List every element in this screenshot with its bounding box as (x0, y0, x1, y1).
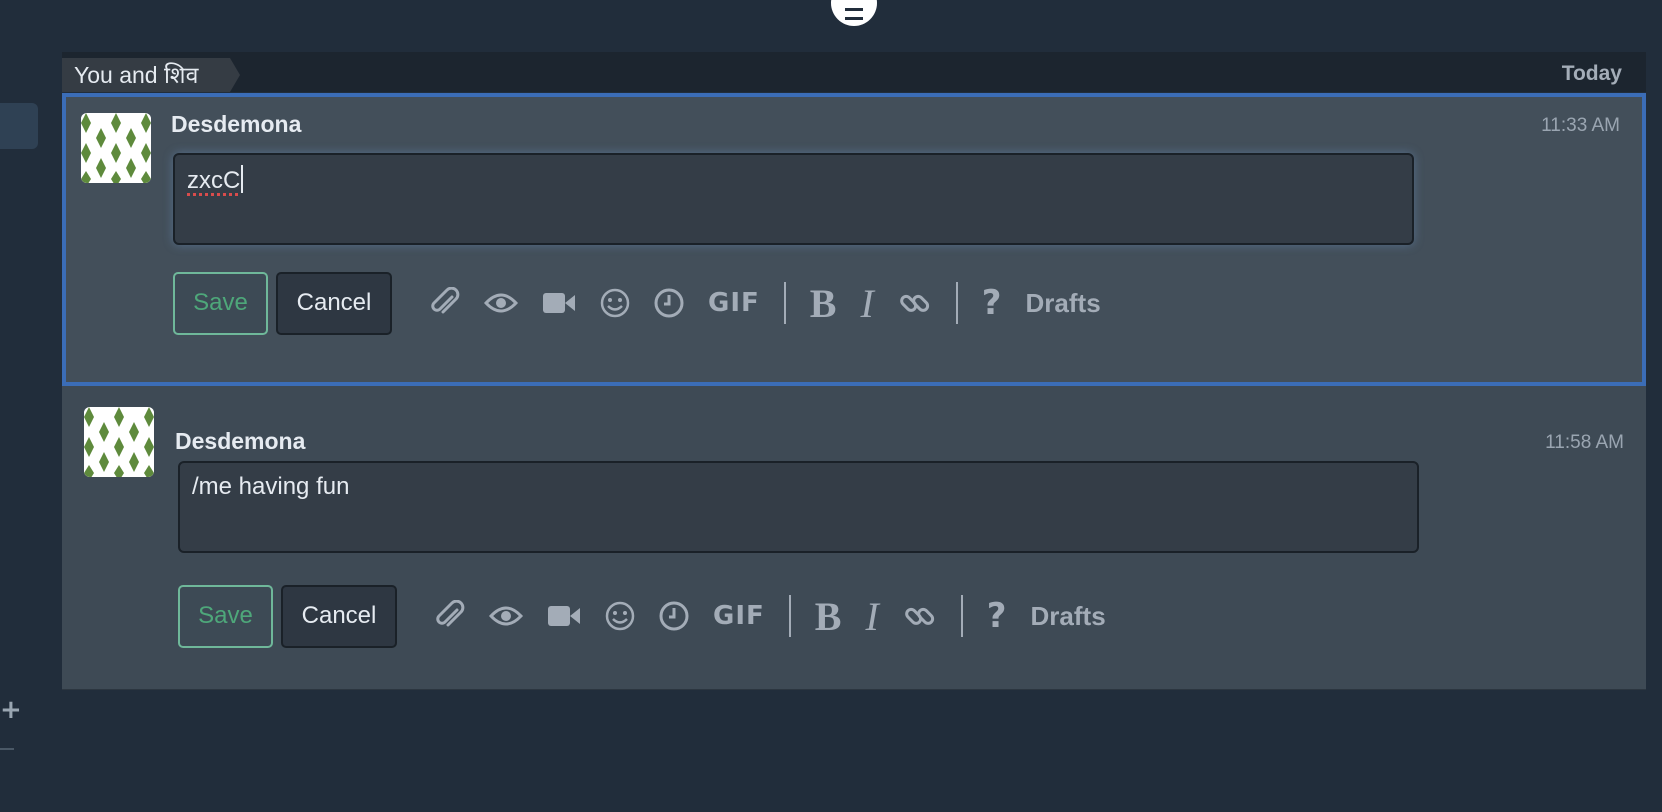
edit-controls: Save Cancel GIF B I ? Drafts (178, 584, 1130, 648)
date-label: Today (1561, 62, 1622, 85)
link-icon[interactable] (903, 594, 937, 638)
time-icon[interactable] (654, 281, 684, 325)
save-button[interactable]: Save (173, 271, 268, 335)
message-time[interactable]: 11:58 AM (1545, 432, 1624, 454)
video-call-icon[interactable] (547, 594, 581, 638)
recipient-bar: You and शिव Today (62, 52, 1646, 92)
cancel-button[interactable]: Cancel (281, 584, 397, 648)
sender-name[interactable]: Desdemona (175, 428, 305, 455)
help-icon[interactable]: ? (987, 594, 1007, 638)
cancel-button[interactable]: Cancel (276, 271, 392, 335)
avatar[interactable] (84, 407, 154, 477)
gif-icon[interactable]: GIF (713, 594, 765, 638)
edit-text: zxcC (187, 167, 241, 194)
edit-text: /me having fun (192, 473, 350, 500)
toolbar-divider (788, 595, 791, 637)
bold-icon[interactable]: B (810, 281, 837, 326)
emoji-icon[interactable] (605, 594, 635, 638)
toolbar-divider (783, 282, 786, 324)
message-time[interactable]: 11:33 AM (1541, 115, 1620, 137)
sender-name[interactable]: Desdemona (171, 111, 301, 138)
sidebar-selected-item[interactable] (0, 103, 38, 149)
avatar-pattern-icon (84, 407, 154, 477)
bold-icon[interactable]: B (815, 594, 842, 639)
avatar-pattern-icon (81, 113, 151, 183)
compose-toolbar: GIF B I ? Drafts (430, 271, 1125, 335)
message-edit-textarea[interactable]: zxcC (173, 153, 1414, 245)
attachment-icon[interactable] (435, 594, 465, 638)
preview-eye-icon[interactable] (489, 594, 523, 638)
toolbar-divider (955, 282, 958, 324)
compose-toolbar: GIF B I ? Drafts (435, 584, 1130, 648)
message-row: Desdemona 11:58 AM /me having fun Save C… (62, 386, 1646, 690)
message-edit-textarea[interactable]: /me having fun (178, 461, 1419, 553)
italic-icon[interactable]: I (860, 281, 873, 326)
preview-eye-icon[interactable] (484, 281, 518, 325)
italic-icon[interactable]: I (865, 594, 878, 639)
save-button[interactable]: Save (178, 584, 273, 648)
sidebar-divider (0, 748, 14, 750)
edit-controls: Save Cancel GIF B I ? Drafts (173, 271, 1125, 335)
attachment-icon[interactable] (430, 281, 460, 325)
link-icon[interactable] (898, 281, 932, 325)
recipient-label[interactable]: You and शिव (62, 58, 240, 92)
video-call-icon[interactable] (542, 281, 576, 325)
text-caret (241, 165, 244, 193)
logo-icon (831, 0, 877, 26)
toolbar-divider (960, 595, 963, 637)
add-icon[interactable]: + (0, 697, 22, 723)
help-icon[interactable]: ? (982, 281, 1002, 325)
drafts-button[interactable]: Drafts (1026, 281, 1101, 325)
zulip-message-edit-view: + You and शिव Today Desdemona 11:33 AM z… (0, 0, 1662, 812)
time-icon[interactable] (659, 594, 689, 638)
avatar[interactable] (81, 113, 151, 183)
drafts-button[interactable]: Drafts (1031, 594, 1106, 638)
gif-icon[interactable]: GIF (708, 281, 760, 325)
emoji-icon[interactable] (600, 281, 630, 325)
message-row: Desdemona 11:33 AM zxcC Save Cancel GIF … (62, 93, 1646, 386)
